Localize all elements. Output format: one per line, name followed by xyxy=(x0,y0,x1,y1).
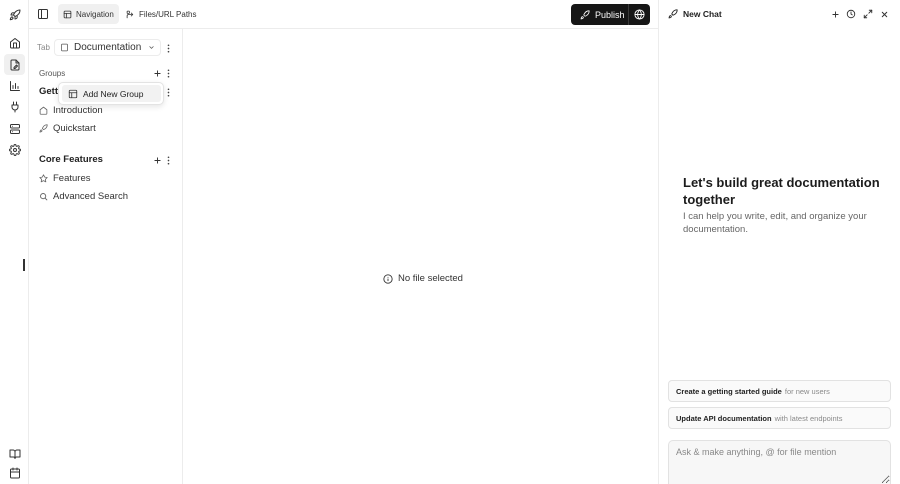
home-icon xyxy=(39,106,48,115)
search-icon xyxy=(39,192,48,201)
sidebar-toggle-icon[interactable] xyxy=(37,8,49,20)
empty-state: No file selected xyxy=(383,273,463,284)
page-item-label: Features xyxy=(53,173,91,184)
welcome-subtitle: I can help you write, edit, and organize… xyxy=(683,211,867,235)
group-title-core-features[interactable]: Core Features xyxy=(39,154,103,165)
history-icon[interactable] xyxy=(845,8,857,20)
page-item-label: Quickstart xyxy=(53,123,96,134)
tab-files-label: Files/URL Paths xyxy=(139,9,197,19)
suggestion-chip[interactable]: Update API documentation with latest end… xyxy=(668,407,891,429)
tab-select-value: Documentation xyxy=(74,42,142,53)
group-more-icon[interactable] xyxy=(163,86,173,98)
groups-more-icon[interactable] xyxy=(163,67,173,79)
add-new-group-menu-item[interactable]: Add New Group xyxy=(62,85,161,102)
empty-state-text: No file selected xyxy=(398,273,463,284)
chat-header: New Chat xyxy=(668,9,722,19)
rocket-icon xyxy=(39,124,48,133)
globe-icon[interactable] xyxy=(629,9,650,20)
chat-title: New Chat xyxy=(683,9,722,19)
suggestion-chip[interactable]: Create a getting started guide for new u… xyxy=(668,380,891,402)
tab-navigation[interactable]: Navigation xyxy=(58,4,119,24)
home-icon[interactable] xyxy=(4,32,25,53)
publish-button[interactable]: Publish xyxy=(571,4,650,25)
group-title-getting-started[interactable]: Gett xyxy=(39,86,58,97)
analytics-icon[interactable] xyxy=(4,75,25,96)
path-icon xyxy=(126,10,135,19)
page-item-introduction[interactable]: Introduction xyxy=(39,105,103,116)
edit-page-icon[interactable] xyxy=(4,54,25,75)
tab-selector-row: Tab Documentation xyxy=(33,39,178,56)
tab-selector-label: Tab xyxy=(37,43,50,52)
navigation-icon xyxy=(63,10,72,19)
editor-area: No file selected xyxy=(184,29,658,484)
suggestion-strong: Update API documentation xyxy=(676,413,772,423)
chevron-down-icon xyxy=(148,44,155,51)
tab-select[interactable]: Documentation xyxy=(54,39,161,56)
suggestion-strong: Create a getting started guide xyxy=(676,386,782,396)
suggestion-light: with latest endpoints xyxy=(774,413,843,423)
database-icon[interactable] xyxy=(4,118,25,139)
chat-input[interactable] xyxy=(668,440,891,484)
icon-rail xyxy=(0,0,29,484)
star-icon xyxy=(39,174,48,183)
page-item-features[interactable]: Features xyxy=(39,173,91,184)
publish-label: Publish xyxy=(595,9,625,20)
add-new-group-label: Add New Group xyxy=(83,88,144,99)
groups-label: Groups xyxy=(39,69,66,78)
new-chat-plus-icon[interactable] xyxy=(829,8,841,20)
welcome-title: Let's build great documentation together xyxy=(683,175,880,207)
plug-icon[interactable] xyxy=(4,96,25,117)
rocket-icon xyxy=(580,9,590,20)
page-item-advanced-search[interactable]: Advanced Search xyxy=(39,191,128,202)
sparkle-icon xyxy=(668,9,678,19)
info-icon xyxy=(383,273,393,284)
expand-icon[interactable] xyxy=(862,8,874,20)
page-item-label: Introduction xyxy=(53,105,103,116)
page-icon xyxy=(60,43,69,52)
tab-more-icon[interactable] xyxy=(163,42,173,54)
tab-files-url-paths[interactable]: Files/URL Paths xyxy=(121,4,202,24)
chat-panel: New Chat Let's build great documentation… xyxy=(658,0,900,484)
resize-handle[interactable] xyxy=(23,259,25,271)
suggestion-light: for new users xyxy=(784,386,830,396)
rocket-icon[interactable] xyxy=(4,4,25,25)
publish-main[interactable]: Publish xyxy=(571,4,629,25)
group-context-menu: Add New Group xyxy=(58,82,164,105)
page-item-label: Advanced Search xyxy=(53,191,128,202)
group-more-icon[interactable] xyxy=(163,154,173,166)
top-bar: Navigation Files/URL Paths xyxy=(29,0,658,29)
settings-icon[interactable] xyxy=(4,139,25,160)
book-icon[interactable] xyxy=(4,443,25,464)
add-page-plus-icon[interactable] xyxy=(152,154,162,166)
add-group-plus-icon[interactable] xyxy=(152,67,162,79)
close-icon[interactable] xyxy=(878,8,890,20)
calendar-icon[interactable] xyxy=(4,462,25,483)
add-group-icon xyxy=(68,89,78,99)
tab-navigation-label: Navigation xyxy=(76,9,114,19)
page-item-quickstart[interactable]: Quickstart xyxy=(39,123,96,134)
